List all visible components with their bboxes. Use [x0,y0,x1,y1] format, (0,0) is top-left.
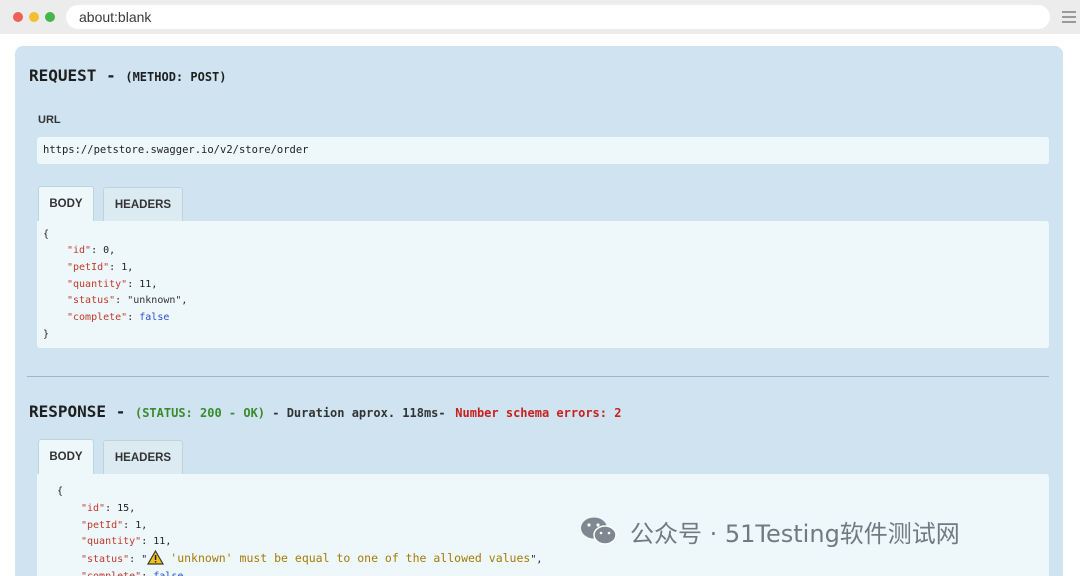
response-title: RESPONSE - [29,402,126,421]
section-divider [27,376,1049,377]
wechat-watermark: 公众号 · 51Testing软件测试网 [580,514,960,548]
request-body-line: "complete": false [67,312,170,323]
wechat-logo-icon [581,517,617,545]
schema-warning-message: 'unknown' must be equal to one of the al… [170,551,531,565]
url-label: URL [38,114,61,126]
response-body-line: "quantity": 11, [81,536,172,547]
request-tab-body[interactable]: BODY [38,186,94,222]
request-body-line: "petId": 1, [67,262,134,273]
maximize-window-button[interactable] [45,12,55,22]
request-body-line: "status": "unknown", [67,295,188,306]
close-window-button[interactable] [13,12,23,22]
watermark-text: 公众号 · 51Testing软件测试网 [630,519,960,548]
request-body-open-brace: { [43,229,50,240]
request-body-editor[interactable]: { "id": 0, "petId": 1, "quantity": 11, "… [37,221,1049,348]
response-body-line: "complete": false [81,569,183,576]
response-body-open-brace: { [57,486,64,497]
request-body-line: "quantity": 11, [67,279,158,290]
request-body-close-brace: } [43,329,50,340]
request-title: REQUEST - [29,66,116,85]
minimize-window-button[interactable] [29,12,39,22]
response-body-line: "status": " 'unknown' must be equal to o… [81,549,542,571]
hamburger-menu-icon[interactable] [1062,11,1076,23]
request-response-panel: REQUEST - (METHOD: POST) URL https://pet… [15,46,1063,576]
warning-icon [147,549,165,571]
request-tab-headers[interactable]: HEADERS [103,187,183,223]
response-status: (STATUS: 200 - OK) [134,406,266,420]
browser-chrome: about:blank [0,0,1080,34]
response-body-line: "id": 15, [81,503,136,514]
request-heading: REQUEST - (METHOD: POST) [29,66,227,85]
response-tab-headers[interactable]: HEADERS [103,440,183,476]
response-tab-body[interactable]: BODY [38,439,94,475]
url-input[interactable]: https://petstore.swagger.io/v2/store/ord… [37,137,1049,164]
schema-errors-count: Number schema errors: 2 [455,406,622,420]
request-method: (METHOD: POST) [125,70,227,84]
response-heading: RESPONSE - (STATUS: 200 - OK) - Duration… [29,402,621,421]
request-body-line: "id": 0, [67,245,116,256]
address-bar[interactable]: about:blank [66,5,1050,29]
response-body-line: "petId": 1, [81,520,148,531]
response-duration: - Duration aprox. 118ms- [265,406,446,420]
